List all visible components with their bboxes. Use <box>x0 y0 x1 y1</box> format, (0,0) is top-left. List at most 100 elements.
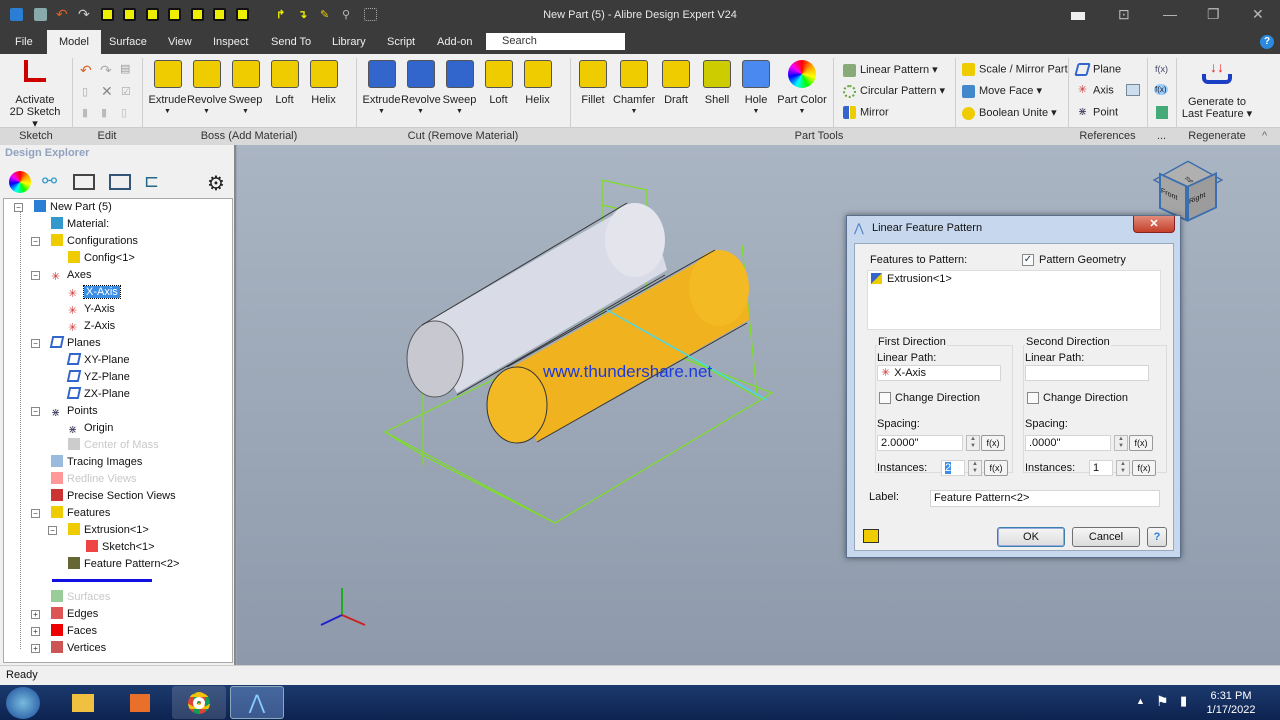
second-instances-spinner[interactable]: ▲ ▼ <box>1116 460 1130 476</box>
flag-icon[interactable]: ⚑ <box>1156 693 1169 710</box>
generate-to-last-feature-button[interactable]: ↓↓ Generate to Last Feature ▾ <box>1180 60 1254 120</box>
undo-icon[interactable]: ↶ <box>80 62 92 79</box>
cancel-button[interactable]: Cancel <box>1072 527 1140 547</box>
duplicate-icon[interactable]: ▯ <box>121 106 127 119</box>
tree-node-surfaces[interactable]: Surfaces <box>51 589 110 605</box>
search-input[interactable]: Search <box>486 33 625 50</box>
move-face-button[interactable]: Move Face ▾ <box>962 84 1042 98</box>
boolean-unite-button[interactable]: Boolean Unite ▾ <box>962 106 1057 120</box>
display-icon[interactable] <box>1071 12 1085 20</box>
first-spacing-input[interactable]: 2.0000" <box>877 435 963 451</box>
dropdown-icon[interactable]: ▼ <box>401 106 440 118</box>
ribbon-cut-sweep-button[interactable]: Sweep ▼ <box>440 60 479 118</box>
color-wheel-icon[interactable] <box>9 171 31 193</box>
collapse-toggle[interactable]: − <box>48 526 57 535</box>
tree-node-xy-plane[interactable]: XY-Plane <box>66 352 129 368</box>
ribbon-cut-revolve-button[interactable]: Revolve ▼ <box>401 60 441 118</box>
media-player-taskbar-button[interactable] <box>113 686 167 719</box>
tree-node-axes[interactable]: ✳ Axes <box>51 267 91 283</box>
power-icon[interactable]: ▮ <box>1180 693 1187 709</box>
properties-icon[interactable]: ▤ <box>120 62 130 75</box>
second-instances-fx-button[interactable]: f(x) <box>1132 460 1156 476</box>
tree-node-new-part-5[interactable]: New Part (5) <box>34 199 112 215</box>
dropdown-icon[interactable]: ▼ <box>226 106 265 118</box>
equation-icon[interactable]: f(x) <box>1155 64 1168 74</box>
tree-node-origin[interactable]: ⋇ Origin <box>68 420 113 436</box>
second-instances-input[interactable]: 1 <box>1089 460 1113 476</box>
minimize-button[interactable]: — <box>1163 6 1177 22</box>
shell-button[interactable]: Shell <box>698 60 736 106</box>
dropdown-icon[interactable]: ▼ <box>148 106 187 118</box>
tab-inspect[interactable]: Inspect <box>207 30 254 54</box>
tree-node-extrusion-1[interactable]: Extrusion<1> <box>68 522 149 538</box>
display-icon[interactable] <box>109 174 131 190</box>
collapse-toggle[interactable]: − <box>31 237 40 246</box>
collapse-toggle[interactable]: − <box>31 339 40 348</box>
first-change-direction-checkbox[interactable] <box>879 392 891 404</box>
tree-node-edges[interactable]: Edges <box>51 606 98 622</box>
fillet-button[interactable]: Fillet <box>574 60 612 106</box>
scale-mirror-part-button[interactable]: Scale / Mirror Part <box>962 63 1068 76</box>
tree-node-precise-section-views[interactable]: Precise Section Views <box>51 488 176 504</box>
ribbon-cut-loft-button[interactable]: Loft <box>479 60 518 106</box>
circular-pattern-button[interactable]: Circular Pattern ▾ <box>843 84 945 98</box>
copy-icon[interactable]: ▯ <box>82 85 88 98</box>
collapse-ribbon-icon[interactable]: ^ <box>1262 130 1267 142</box>
restore-panel-icon[interactable]: ⊡ <box>1118 6 1130 23</box>
preview-icon[interactable] <box>863 529 879 543</box>
draft-button[interactable]: Draft <box>656 60 696 106</box>
dropdown-icon[interactable]: ▼ <box>613 106 655 118</box>
edit-icon[interactable]: ☑ <box>121 85 131 98</box>
delete-icon[interactable]: ✕ <box>101 83 113 100</box>
properties-icon[interactable] <box>73 174 95 190</box>
second-change-direction-checkbox[interactable] <box>1027 392 1039 404</box>
first-instances-spinner[interactable]: ▲ ▼ <box>968 460 982 476</box>
point-button[interactable]: ⋇ Point <box>1076 106 1118 119</box>
tab-script[interactable]: Script <box>381 30 421 54</box>
redo-icon[interactable]: ↷ <box>100 62 112 79</box>
expand-toggle[interactable]: + <box>31 627 40 636</box>
tree-node-features[interactable]: Features <box>51 505 110 521</box>
collapse-toggle[interactable]: − <box>14 203 23 212</box>
collapse-toggle[interactable]: − <box>31 407 40 416</box>
mirror-button[interactable]: Mirror <box>843 106 889 119</box>
tree-node-z-axis[interactable]: ✳ Z-Axis <box>68 318 115 334</box>
dropdown-icon[interactable]: ▼ <box>776 106 828 118</box>
tree-node-zx-plane[interactable]: ZX-Plane <box>66 386 130 402</box>
design-table-icon[interactable] <box>1156 106 1168 119</box>
tree-node-tracing-images[interactable]: Tracing Images <box>51 454 142 470</box>
ribbon-boss-helix-button[interactable]: Helix <box>304 60 343 106</box>
first-linear-path-input[interactable]: ✳ X-Axis <box>877 365 1001 381</box>
first-instances-input[interactable]: 2 <box>941 460 965 476</box>
rollback-bar[interactable] <box>52 579 152 582</box>
explorer-taskbar-button[interactable] <box>56 686 110 719</box>
tab-send-to[interactable]: Send To <box>265 30 317 54</box>
tree-node-vertices[interactable]: Vertices <box>51 640 106 656</box>
part-color-button[interactable]: Part Color ▼ <box>776 60 828 118</box>
collapse-toggle[interactable]: − <box>31 509 40 518</box>
dialog-close-button[interactable]: ✕ <box>1133 216 1175 233</box>
tree-node-configurations[interactable]: Configurations <box>51 233 138 249</box>
tab-library[interactable]: Library <box>326 30 372 54</box>
ribbon-boss-loft-button[interactable]: Loft <box>265 60 304 106</box>
suppress-icon[interactable]: ▮ <box>101 106 107 119</box>
tree-node-y-axis[interactable]: ✳ Y-Axis <box>68 301 115 317</box>
gear-icon[interactable]: ⚙ <box>207 171 229 195</box>
tree-icon[interactable]: ⊏ <box>144 171 166 193</box>
expand-toggle[interactable]: + <box>31 644 40 653</box>
tree-node-material[interactable]: Material: <box>51 216 109 232</box>
material-icon[interactable]: ⚯ <box>42 171 64 193</box>
help-icon[interactable]: ? <box>1260 35 1274 49</box>
maximize-button[interactable]: ❐ <box>1207 6 1220 23</box>
features-list[interactable]: Extrusion<1> <box>867 270 1161 330</box>
dropdown-icon[interactable]: ▼ <box>737 106 775 118</box>
tree-node-redline-views[interactable]: Redline Views <box>51 471 137 487</box>
ribbon-cut-extrude-button[interactable]: Extrude ▼ <box>362 60 401 118</box>
alibre-taskbar-button[interactable]: ⋀ <box>230 686 284 719</box>
close-button[interactable]: ✕ <box>1252 6 1264 23</box>
expand-toggle[interactable]: + <box>31 610 40 619</box>
tree-node-planes[interactable]: Planes <box>49 335 101 351</box>
paste-icon[interactable]: ▮ <box>82 106 88 119</box>
linear-pattern-button[interactable]: Linear Pattern ▾ <box>843 63 938 77</box>
chrome-taskbar-button[interactable] <box>172 686 226 719</box>
